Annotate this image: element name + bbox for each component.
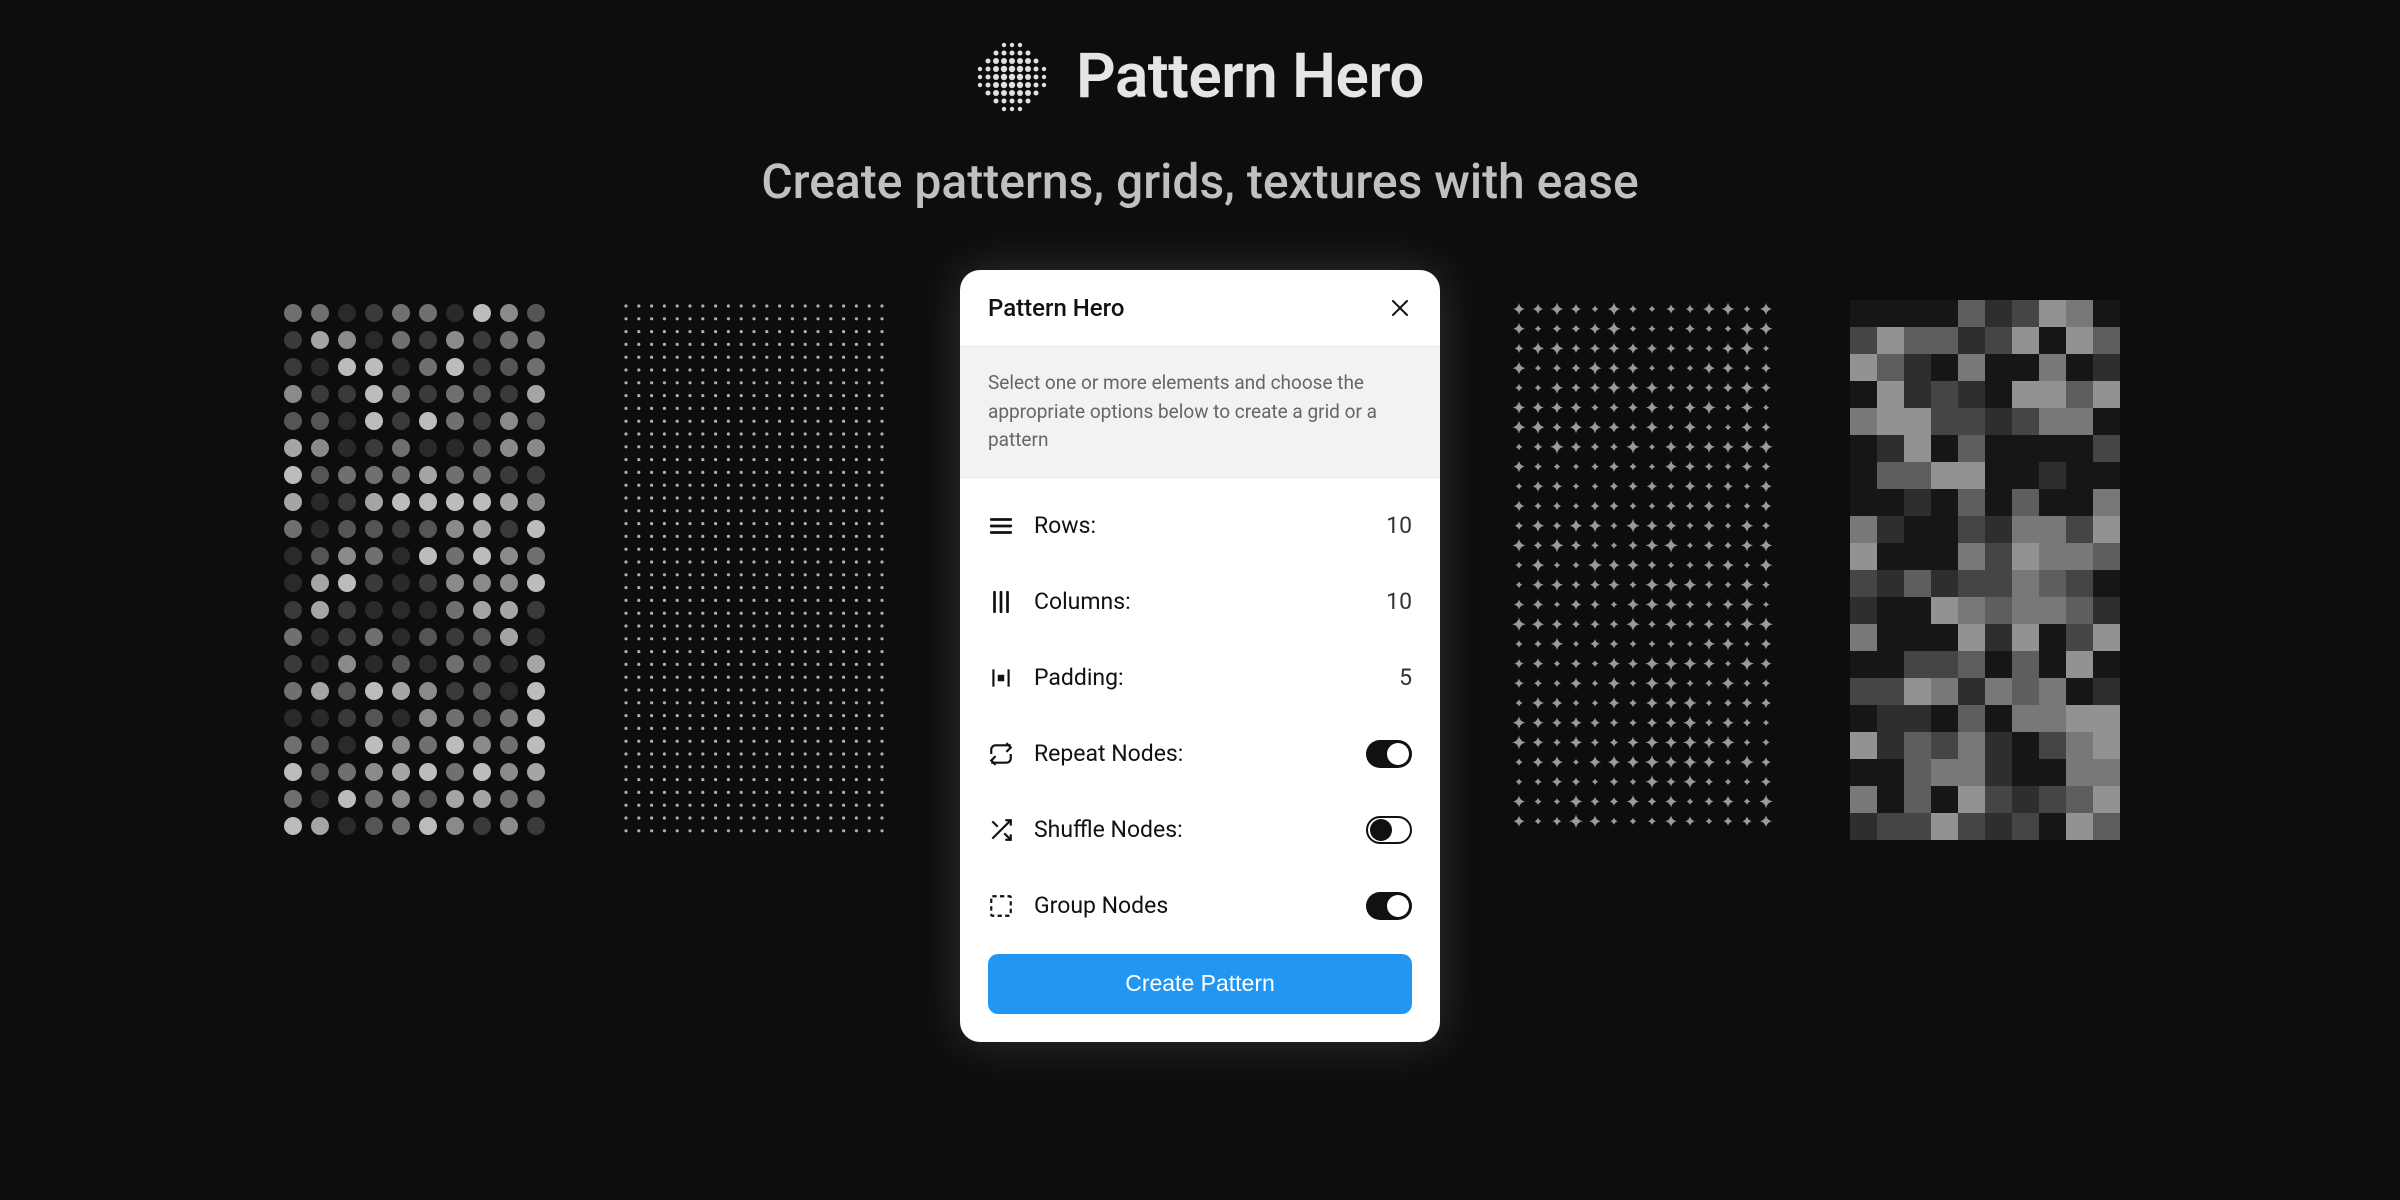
rows-icon xyxy=(988,513,1014,539)
columns-icon xyxy=(988,589,1014,615)
group-icon xyxy=(988,893,1014,919)
repeat-toggle[interactable] xyxy=(1366,740,1412,768)
pattern-preview-dots xyxy=(280,300,550,840)
row-padding: Padding: 5 xyxy=(988,640,1412,716)
repeat-icon xyxy=(988,741,1014,767)
row-shuffle: Shuffle Nodes: xyxy=(988,792,1412,868)
group-label: Group Nodes xyxy=(1034,892,1346,919)
row-group: Group Nodes xyxy=(988,868,1412,944)
padding-value[interactable]: 5 xyxy=(1399,664,1412,691)
pattern-preview-fine-grid xyxy=(620,300,890,840)
group-toggle[interactable] xyxy=(1366,892,1412,920)
columns-label: Columns: xyxy=(1034,588,1366,615)
settings-panel: Pattern Hero Select one or more elements… xyxy=(960,270,1440,1042)
columns-value[interactable]: 10 xyxy=(1386,588,1412,615)
shuffle-label: Shuffle Nodes: xyxy=(1034,816,1346,843)
rows-label: Rows: xyxy=(1034,512,1366,539)
create-pattern-button[interactable]: Create Pattern xyxy=(988,954,1412,1014)
panel-title: Pattern Hero xyxy=(988,294,1124,322)
row-columns: Columns: 10 xyxy=(988,564,1412,640)
brand: Pattern Hero xyxy=(976,40,1424,113)
subtitle: Create patterns, grids, textures with ea… xyxy=(761,153,1638,210)
close-icon[interactable] xyxy=(1388,296,1412,320)
padding-icon xyxy=(988,665,1014,691)
row-rows: Rows: 10 xyxy=(988,488,1412,564)
pattern-preview-pixels xyxy=(1850,300,2120,840)
repeat-label: Repeat Nodes: xyxy=(1034,740,1346,767)
padding-label: Padding: xyxy=(1034,664,1379,691)
logo-icon xyxy=(976,41,1048,113)
shuffle-toggle[interactable] xyxy=(1366,816,1412,844)
shuffle-icon xyxy=(988,817,1014,843)
brand-title: Pattern Hero xyxy=(1076,40,1424,113)
panel-description: Select one or more elements and choose t… xyxy=(960,346,1440,478)
row-repeat: Repeat Nodes: xyxy=(988,716,1412,792)
pattern-preview-sparkles xyxy=(1510,300,1780,840)
rows-value[interactable]: 10 xyxy=(1386,512,1412,539)
